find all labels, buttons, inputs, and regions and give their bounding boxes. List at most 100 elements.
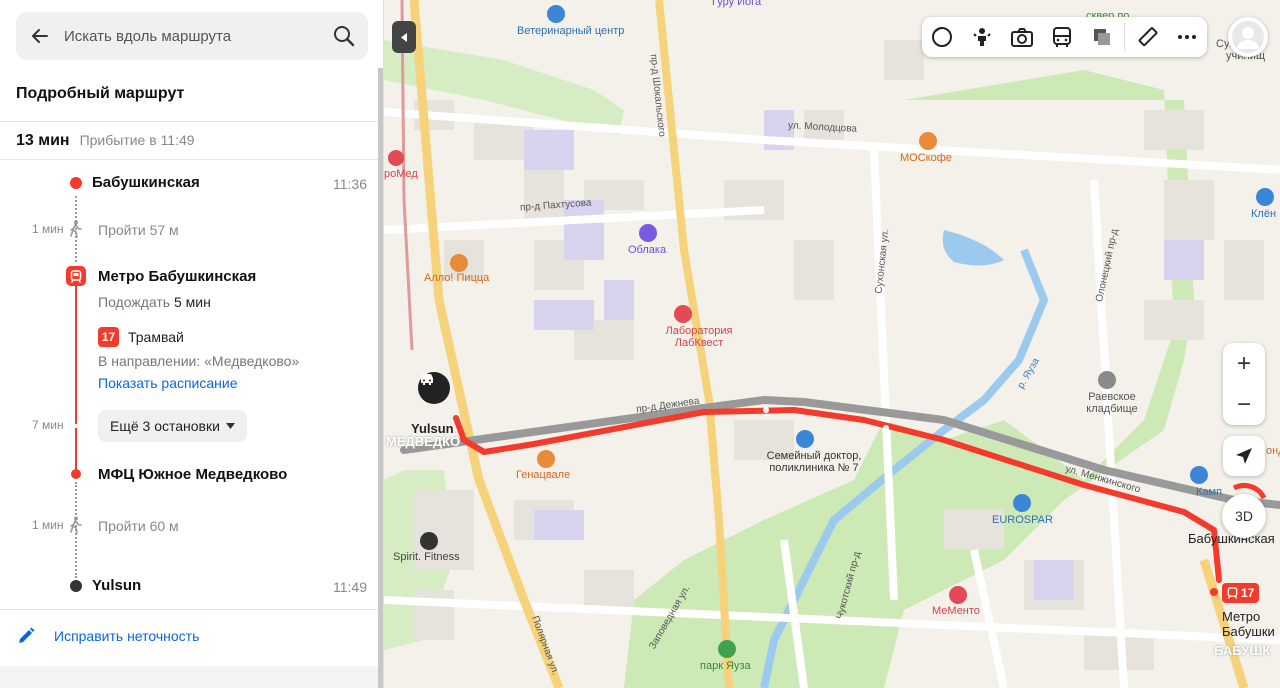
- fix-inaccuracy-link[interactable]: Исправить неточность: [16, 626, 199, 646]
- walk-text: Пройти 60 м: [98, 518, 179, 534]
- walking-icon: [70, 220, 82, 238]
- tram-direction: В направлении: «Медведково»: [98, 353, 300, 369]
- more-menu-button[interactable]: [1167, 17, 1207, 57]
- spirit-fitness-label[interactable]: Spirit. Fitness: [393, 551, 460, 563]
- photos-button[interactable]: [1002, 17, 1042, 57]
- medical-cross-icon[interactable]: [388, 150, 404, 166]
- klen-label[interactable]: Клён: [1251, 208, 1276, 220]
- pharmacy-icon[interactable]: [949, 586, 967, 604]
- cafe-icon[interactable]: [919, 132, 937, 150]
- back-arrow-icon: [32, 29, 48, 43]
- car-service-pin-icon[interactable]: [418, 372, 450, 404]
- user-icon: [1232, 21, 1264, 53]
- tram-icon: [1227, 587, 1238, 599]
- map-graphics: [384, 0, 1280, 688]
- wait-prefix: Подождать: [98, 294, 171, 310]
- panel-title: Подробный маршрут: [16, 85, 185, 102]
- user-avatar[interactable]: [1228, 17, 1268, 57]
- walk-duration: 1 мин: [32, 518, 64, 532]
- cemetery-icon[interactable]: [1098, 371, 1116, 389]
- wait-info: Подождать 5 мин: [98, 294, 211, 310]
- tram-number-badge: 17: [98, 327, 119, 347]
- tram-icon: [66, 266, 86, 286]
- back-button[interactable]: [16, 12, 64, 60]
- clinic-label[interactable]: Семейный доктор, поликлиника № 7: [764, 450, 864, 474]
- transport-button[interactable]: [1042, 17, 1082, 57]
- start-time: 11:36: [333, 176, 367, 192]
- panorama-button[interactable]: [962, 17, 1002, 57]
- lab-cross-icon[interactable]: [674, 305, 692, 323]
- 3d-toggle-button[interactable]: 3D: [1222, 494, 1266, 538]
- tram-label: Трамвай: [128, 329, 184, 345]
- route-summary: 13 мин Прибытие в 11:49: [16, 132, 195, 150]
- cemetery-label[interactable]: Раевское кладбище: [1082, 391, 1142, 415]
- divider: [0, 121, 378, 122]
- oblaka-label[interactable]: Облака: [628, 244, 666, 256]
- clinic-icon[interactable]: [796, 430, 814, 448]
- search-icon: [334, 26, 355, 47]
- schedule-link[interactable]: Показать расписание: [98, 375, 238, 391]
- walking-icon: [70, 516, 82, 534]
- vet-center-label[interactable]: Ветеринарный центр: [517, 25, 624, 37]
- toolbar-divider: [1124, 23, 1125, 51]
- ond-label[interactable]: онд: [1266, 445, 1280, 457]
- more-stops-button[interactable]: Ещё 3 остановки: [98, 410, 247, 442]
- eurospar-label[interactable]: EUROSPAR: [992, 514, 1053, 526]
- walk-duration: 1 мин: [32, 222, 64, 236]
- ruler-button[interactable]: [1127, 17, 1167, 57]
- arrival-time: Прибытие в 11:49: [79, 132, 195, 148]
- camera-icon: [1011, 28, 1033, 47]
- walk-text: Пройти 57 м: [98, 222, 179, 238]
- collapse-panel-button[interactable]: [392, 21, 416, 53]
- lab-label[interactable]: Лаборатория ЛабКвест: [644, 325, 754, 349]
- start-stop-name[interactable]: Бабушкинская: [92, 174, 200, 191]
- tram-stop-number: 17: [1241, 586, 1255, 600]
- fitness-icon[interactable]: [420, 532, 438, 550]
- zoom-out-button[interactable]: −: [1223, 384, 1265, 425]
- square-layers-icon: [1094, 29, 1110, 45]
- klen-shop-icon[interactable]: [1256, 188, 1274, 206]
- moscofe-label[interactable]: МОСкофе: [900, 152, 952, 164]
- station-name[interactable]: Метро Бабушкинская: [98, 268, 256, 285]
- genatsvale-label[interactable]: Генацвале: [516, 469, 570, 481]
- layers-button[interactable]: [922, 17, 962, 57]
- end-time: 11:49: [333, 579, 367, 595]
- vet-paw-icon[interactable]: [547, 5, 565, 23]
- metro-babushkinskaya-map-label[interactable]: Метро Бабушки: [1222, 609, 1280, 639]
- zoom-in-button[interactable]: +: [1223, 343, 1265, 384]
- promed-label[interactable]: роМед: [384, 168, 418, 180]
- map-toolbar: [922, 17, 1207, 57]
- layers-icon: [932, 27, 952, 47]
- map-style-button[interactable]: [1082, 17, 1122, 57]
- pencil-icon: [19, 627, 35, 643]
- kamp-label[interactable]: Камп: [1196, 486, 1222, 498]
- route-panel: Искать вдоль маршрута Подробный маршрут …: [0, 0, 384, 688]
- pizza-label[interactable]: Алло! Пицца: [424, 272, 489, 284]
- panel-footer: [0, 666, 378, 688]
- ride-duration: 7 мин: [32, 418, 64, 432]
- search-button[interactable]: [320, 12, 368, 60]
- memento-label[interactable]: МеМенто: [932, 605, 980, 617]
- babushkinsky-district-label: БАБУШК: [1214, 643, 1271, 658]
- park-yauza-label[interactable]: парк Яуза: [700, 660, 751, 672]
- exit-stop-name[interactable]: МФЦ Южное Медведково: [98, 466, 287, 483]
- navigation-arrow-icon: [1236, 448, 1252, 464]
- fix-inaccuracy-label[interactable]: Исправить неточность: [54, 628, 199, 644]
- kamp-shop-icon[interactable]: [1190, 466, 1208, 484]
- pizza-icon[interactable]: [450, 254, 468, 272]
- route-search-bar[interactable]: Искать вдоль маршрута: [16, 12, 368, 60]
- panorama-person-icon: [973, 28, 991, 46]
- search-placeholder[interactable]: Искать вдоль маршрута: [64, 28, 320, 45]
- guru-yoga-label[interactable]: Гуру Йога: [712, 0, 761, 8]
- tram-stop-badge[interactable]: 17: [1222, 583, 1260, 603]
- map-canvas[interactable]: Yulsun МЕДВЕДКО Ветеринарный центр роМед…: [384, 0, 1280, 688]
- bus-icon: [1053, 27, 1071, 47]
- divider: [0, 609, 378, 610]
- end-stop-name[interactable]: Yulsun: [92, 577, 141, 594]
- park-tree-icon[interactable]: [718, 640, 736, 658]
- restaurant-icon[interactable]: [537, 450, 555, 468]
- route-duration: 13 мин: [16, 132, 70, 149]
- locate-me-button[interactable]: [1223, 436, 1265, 476]
- shop-icon[interactable]: [1013, 494, 1031, 512]
- dumbbell-icon[interactable]: [639, 224, 657, 242]
